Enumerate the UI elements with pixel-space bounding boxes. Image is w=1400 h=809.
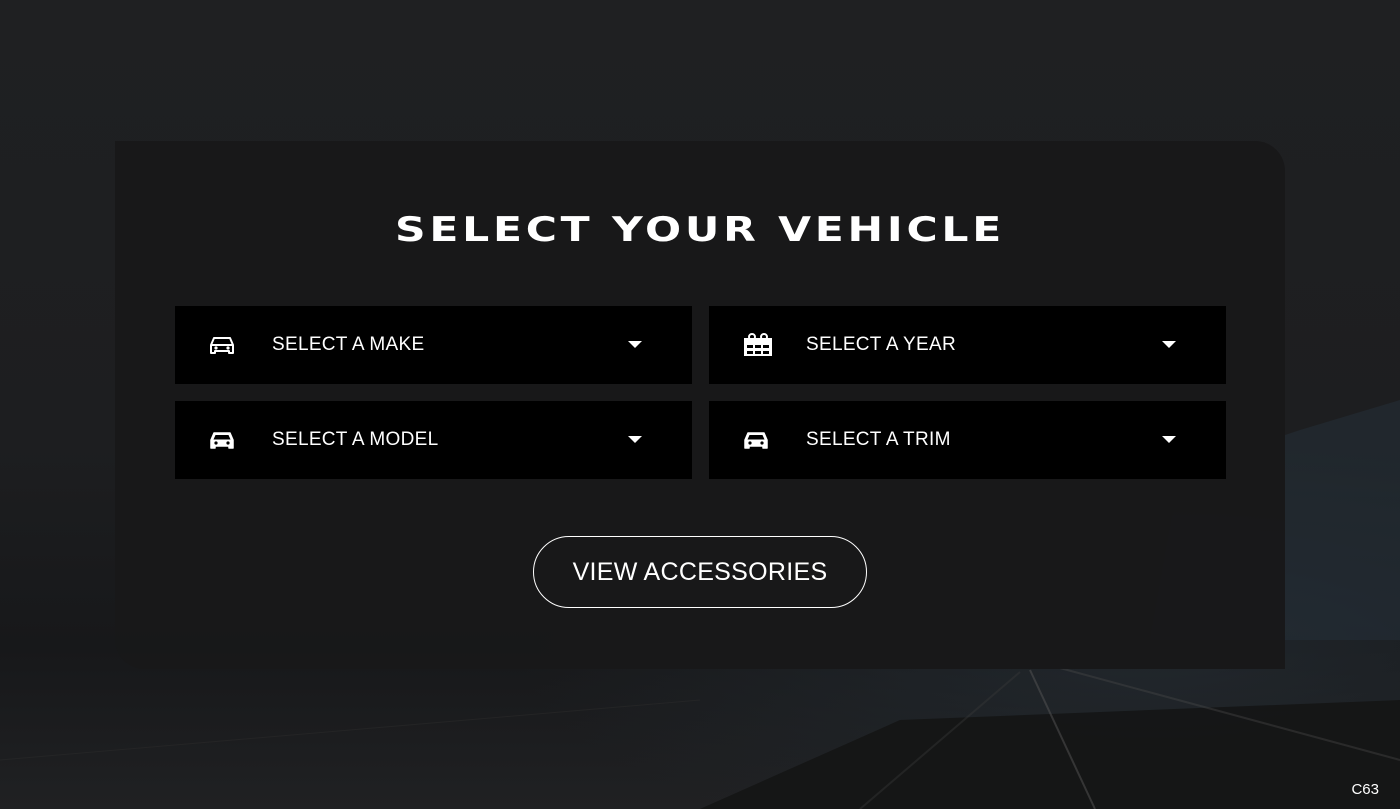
model-select[interactable]: SELECT A MODEL (175, 401, 692, 479)
view-accessories-button[interactable]: VIEW ACCESSORIES (533, 536, 867, 608)
chevron-down-icon (628, 341, 642, 348)
trim-select-label: SELECT A TRIM (806, 429, 951, 450)
trim-select[interactable]: SELECT A TRIM (709, 401, 1226, 479)
chevron-down-icon (628, 436, 642, 443)
calendar-icon (743, 333, 773, 357)
car-icon (209, 428, 235, 452)
model-select-label: SELECT A MODEL (272, 429, 439, 450)
year-select-label: SELECT A YEAR (806, 334, 956, 355)
page-title: SELECT YOUR VEHICLE (394, 210, 1005, 250)
footer-code: C63 (1351, 781, 1379, 798)
car-icon (209, 333, 235, 357)
make-select-label: SELECT A MAKE (272, 334, 425, 355)
car-icon (743, 428, 769, 452)
make-select[interactable]: SELECT A MAKE (175, 306, 692, 384)
chevron-down-icon (1162, 341, 1176, 348)
chevron-down-icon (1162, 436, 1176, 443)
year-select[interactable]: SELECT A YEAR (709, 306, 1226, 384)
